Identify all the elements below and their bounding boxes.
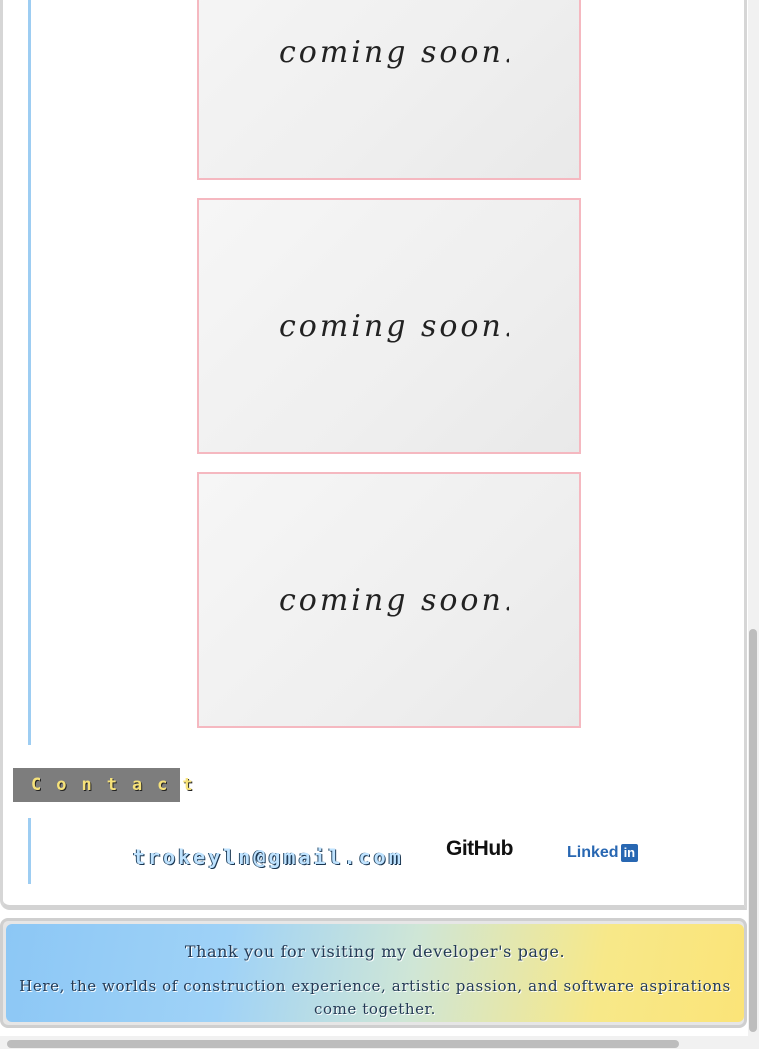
coming-soon-text: coming soon... [279, 309, 509, 344]
project-card-3[interactable]: coming soon... [197, 472, 581, 728]
email-link[interactable]: trokeyln@gmail.com [133, 845, 404, 869]
project-card-1[interactable]: coming soon... [197, 0, 581, 180]
projects-accent-line [28, 0, 31, 745]
linkedin-logo-link[interactable]: Linked in [567, 844, 639, 862]
linkedin-wordmark: Linked [567, 844, 619, 861]
coming-soon-image: coming soon... [279, 309, 509, 344]
vertical-scrollbar-thumb[interactable] [749, 629, 757, 1032]
contact-section-heading: Contact [13, 768, 193, 802]
footer-thanks-text: Thank you for visiting my developer's pa… [184, 942, 566, 961]
coming-soon-text: coming soon... [279, 35, 509, 70]
horizontal-scrollbar-thumb[interactable] [7, 1040, 679, 1048]
footer-description-text: Here, the worlds of construction experie… [19, 977, 731, 1018]
contact-heading-text: Contact [31, 775, 208, 795]
contact-accent-line [28, 818, 31, 884]
project-card-2[interactable]: coming soon... [197, 198, 581, 454]
github-logo-link[interactable]: GitHub [446, 837, 513, 861]
linkedin-in-icon: in [620, 844, 639, 862]
footer: Thank you for visiting my developer's pa… [6, 924, 744, 1022]
coming-soon-image: coming soon... [279, 583, 509, 618]
coming-soon-text: coming soon... [279, 583, 509, 618]
coming-soon-image: coming soon... [279, 35, 509, 70]
